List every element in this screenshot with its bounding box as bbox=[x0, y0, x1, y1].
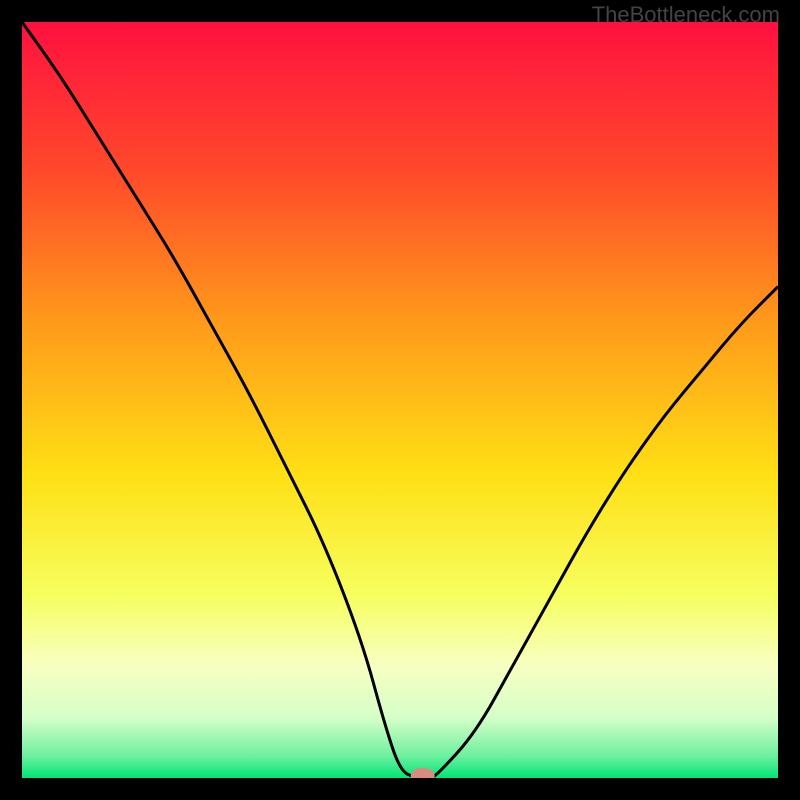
plot-area bbox=[22, 22, 778, 778]
bottleneck-chart bbox=[22, 22, 778, 778]
gradient-background bbox=[22, 22, 778, 778]
chart-frame: TheBottleneck.com bbox=[0, 0, 800, 800]
